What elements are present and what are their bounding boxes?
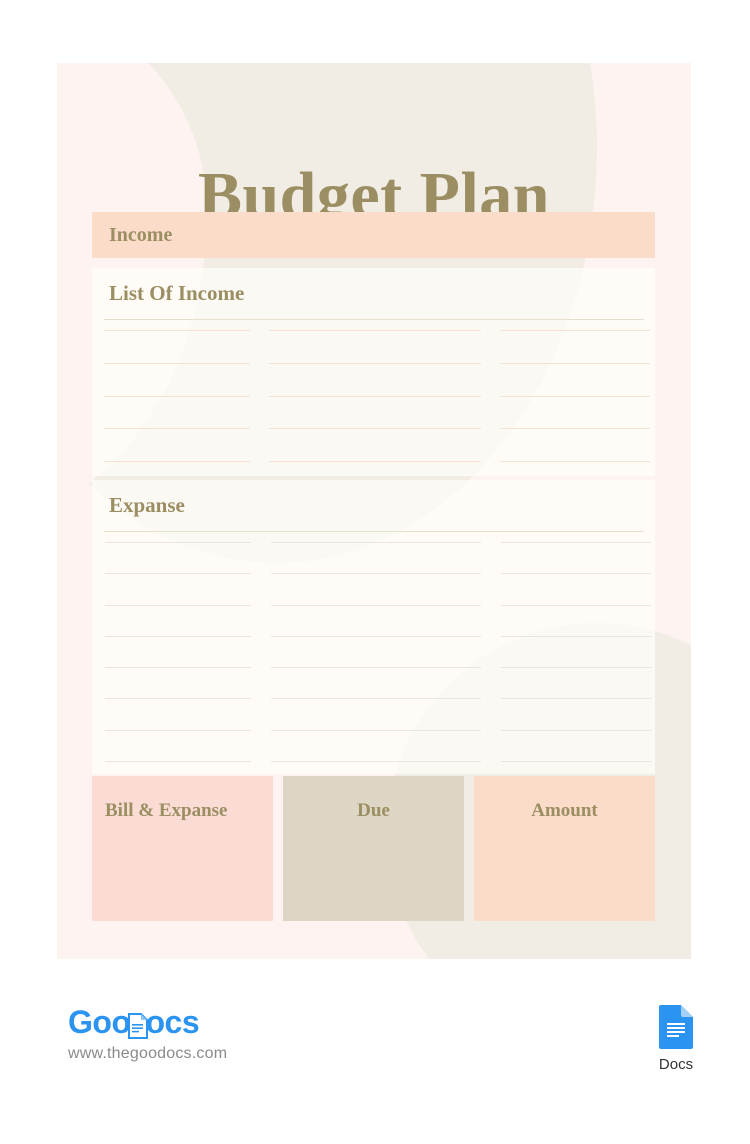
- write-row-space: [501, 668, 651, 698]
- bottom-box-label: Bill & Expanse: [105, 800, 228, 821]
- brand-url[interactable]: www.thegoodocs.com: [68, 1045, 227, 1063]
- write-row-space: [104, 397, 250, 429]
- bottom-box-label: Amount: [531, 800, 598, 821]
- expanse-column[interactable]: [501, 542, 651, 762]
- bill-due-amount-boxes: Bill & Expanse Due Amount: [92, 776, 655, 921]
- bottom-box[interactable]: Amount: [474, 776, 655, 921]
- write-line[interactable]: [269, 461, 481, 462]
- write-row-space: [269, 429, 481, 461]
- expanse-title: Expanse: [109, 493, 185, 517]
- write-row-space: [271, 543, 481, 573]
- docs-badge-label: Docs: [658, 1056, 694, 1073]
- list-of-income-write-grid[interactable]: [104, 330, 650, 462]
- write-row-space: [105, 699, 251, 729]
- write-line[interactable]: [501, 760, 651, 762]
- write-row-space: [269, 331, 481, 363]
- write-row-space: [500, 364, 650, 396]
- income-column[interactable]: [269, 330, 481, 462]
- brand-text-goo: Goo: [68, 1003, 131, 1040]
- budget-plan-page: Budget Plan Income List Of Income Expans…: [57, 63, 691, 959]
- expanse-panel: Expanse: [92, 480, 655, 774]
- write-line[interactable]: [105, 760, 251, 762]
- write-line[interactable]: [500, 461, 650, 462]
- write-row-space: [501, 543, 651, 573]
- write-row-space: [501, 731, 651, 761]
- write-row-space: [105, 731, 251, 761]
- write-row-space: [105, 637, 251, 667]
- write-row-space: [105, 543, 251, 573]
- write-row-space: [271, 606, 481, 636]
- income-header-bar: Income: [92, 212, 655, 258]
- write-row-space: [271, 731, 481, 761]
- write-row-space: [501, 637, 651, 667]
- write-row-space: [104, 429, 250, 461]
- income-column[interactable]: [500, 330, 650, 462]
- list-of-income-title: List Of Income: [109, 281, 245, 305]
- write-row-space: [501, 699, 651, 729]
- write-row-space: [269, 364, 481, 396]
- expanse-column[interactable]: [105, 542, 251, 762]
- write-row-space: [271, 699, 481, 729]
- document-icon: [128, 1010, 149, 1039]
- write-row-space: [501, 574, 651, 604]
- income-header-label: Income: [109, 223, 173, 246]
- list-of-income-rule: [104, 319, 644, 320]
- footer: Goo ocs www.thegoodocs.com Docs: [0, 995, 750, 1095]
- goodocs-wordmark: Goo ocs: [68, 1003, 227, 1041]
- google-docs-badge[interactable]: Docs: [648, 1005, 704, 1073]
- bottom-box[interactable]: Bill & Expanse: [92, 776, 273, 921]
- write-row-space: [501, 606, 651, 636]
- income-column[interactable]: [104, 330, 250, 462]
- write-row-space: [104, 364, 250, 396]
- docs-file-icon: [659, 1005, 693, 1053]
- goodocs-brand[interactable]: Goo ocs www.thegoodocs.com: [68, 1003, 227, 1063]
- bottom-box[interactable]: Due: [283, 776, 464, 921]
- write-row-space: [500, 429, 650, 461]
- write-line[interactable]: [271, 760, 481, 762]
- bottom-box-label: Due: [357, 800, 390, 821]
- write-row-space: [105, 574, 251, 604]
- expanse-rule: [104, 531, 644, 532]
- expanse-write-grid[interactable]: [105, 542, 651, 762]
- write-row-space: [271, 574, 481, 604]
- write-row-space: [271, 637, 481, 667]
- write-row-space: [269, 397, 481, 429]
- write-row-space: [500, 331, 650, 363]
- expanse-column[interactable]: [271, 542, 481, 762]
- write-row-space: [271, 668, 481, 698]
- write-line[interactable]: [104, 461, 250, 462]
- write-row-space: [500, 397, 650, 429]
- list-of-income-panel: List Of Income: [92, 268, 655, 476]
- write-row-space: [105, 668, 251, 698]
- brand-text-ocs: ocs: [145, 1003, 200, 1040]
- write-row-space: [104, 331, 250, 363]
- write-row-space: [105, 606, 251, 636]
